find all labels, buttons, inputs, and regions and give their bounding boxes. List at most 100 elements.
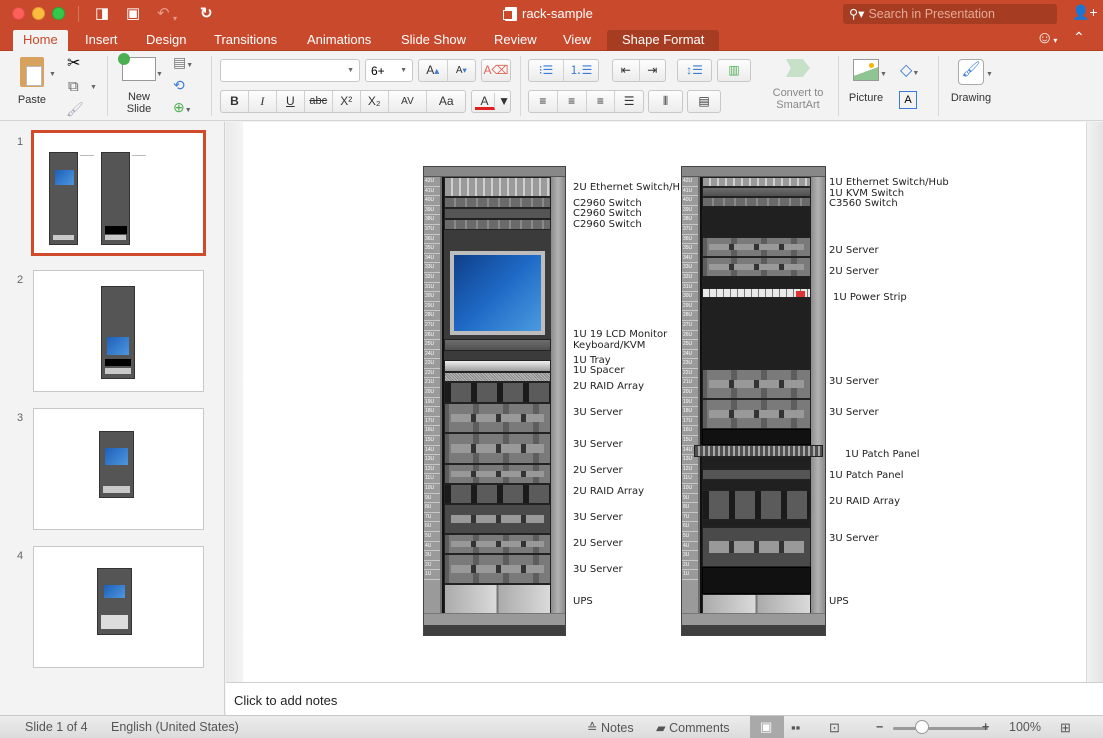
tab-design[interactable]: Design — [136, 30, 196, 51]
font-color-button[interactable]: A ▼ — [471, 90, 511, 113]
picture-dropdown-icon[interactable]: ▼ — [880, 71, 887, 78]
reset-slide-icon[interactable]: ⟲ — [173, 77, 185, 94]
align-left-button[interactable]: ≡ — [529, 91, 558, 112]
picture-button[interactable]: Picture — [845, 59, 887, 104]
tab-transitions[interactable]: Transitions — [204, 30, 287, 51]
tab-insert[interactable]: Insert — [75, 30, 128, 51]
subscript-button[interactable]: X₂ — [361, 91, 389, 112]
increase-indent-button[interactable]: ⇥ — [640, 60, 666, 81]
slide-thumbnail-2[interactable] — [33, 270, 204, 392]
save-icon[interactable]: ▣ — [126, 5, 140, 23]
shapes-icon[interactable]: ◇▼ — [900, 60, 919, 80]
zoom-slider-handle[interactable] — [914, 720, 929, 734]
server-2u[interactable] — [702, 237, 811, 257]
search-input[interactable]: ⚲▾ Search in Presentation — [843, 4, 1057, 24]
server-rack-left[interactable]: 42U 41U 40U 39U 38U 37U 36U 35U 34U 33U 32U 31U 30U 2… — [423, 166, 566, 636]
patch-panel-1u[interactable] — [702, 469, 811, 480]
decrease-font-size-button[interactable]: A▾ — [448, 60, 476, 81]
line-spacing-button[interactable]: ↕☰ — [677, 59, 712, 82]
close-window-button[interactable] — [12, 7, 25, 20]
redo-icon[interactable]: ↻ — [200, 5, 213, 23]
tray-1u[interactable] — [444, 360, 551, 372]
server-2u[interactable] — [444, 534, 551, 554]
vertical-scrollbar[interactable] — [1086, 122, 1103, 682]
undo-dropdown-icon[interactable]: ▾ — [173, 10, 177, 28]
format-painter-icon[interactable]: 🖌 — [66, 101, 84, 118]
c2960-switch[interactable] — [444, 208, 551, 219]
power-strip-1u[interactable] — [702, 288, 811, 298]
fit-to-window-icon[interactable]: ⊞ — [1060, 720, 1071, 736]
character-spacing-button[interactable]: AV — [389, 91, 428, 112]
paste-dropdown-icon[interactable]: ▼ — [49, 71, 56, 78]
paste-button[interactable]: Paste — [14, 57, 50, 106]
keyboard-kvm[interactable] — [444, 339, 551, 351]
server-2u[interactable] — [702, 257, 811, 277]
clear-formatting-button[interactable]: A⌫ — [481, 59, 511, 82]
raid-array-2u[interactable] — [444, 484, 551, 504]
bullets-button[interactable]: ⁝☰ — [529, 60, 564, 81]
bold-button[interactable]: B — [221, 91, 249, 112]
slide-thumbnail-4[interactable] — [33, 546, 204, 668]
share-add-user-icon[interactable]: 👤+ — [1072, 4, 1098, 21]
change-case-button[interactable]: Aa — [427, 91, 465, 112]
tab-shape-format[interactable]: Shape Format — [607, 30, 720, 51]
raid-array-2u[interactable] — [444, 382, 551, 403]
align-text-button[interactable]: ▤ — [687, 90, 721, 113]
convert-to-smartart-button[interactable]: Convert to SmartArt — [767, 59, 829, 111]
presenter-view-button[interactable]: ⊡ — [829, 720, 840, 736]
slide-thumbnail-3[interactable] — [33, 408, 204, 530]
columns-button[interactable]: ▥ — [717, 59, 751, 82]
maximize-window-button[interactable] — [52, 7, 65, 20]
drawing-button[interactable]: 🖌 Drawing — [947, 59, 995, 104]
feedback-smiley-icon[interactable]: ☺▾ — [1036, 28, 1057, 48]
tab-view[interactable]: View — [553, 30, 601, 51]
font-size-select[interactable]: 6+ ▼ — [365, 59, 413, 82]
increase-font-size-button[interactable]: A▴ — [419, 60, 448, 81]
tab-home[interactable]: Home — [13, 30, 68, 51]
comments-button[interactable]: ▰ Comments — [656, 720, 730, 735]
ethernet-switch-1u[interactable] — [702, 177, 811, 187]
zoom-level[interactable]: 100% — [1009, 720, 1041, 734]
server-2u[interactable] — [444, 464, 551, 484]
raid-array-2u[interactable] — [702, 490, 811, 520]
ups[interactable] — [444, 584, 551, 614]
ethernet-switch-2u[interactable] — [444, 177, 551, 197]
copy-icon[interactable]: ⧉ — [68, 78, 79, 95]
slide-sorter-view-button[interactable]: ▪▪ — [791, 720, 800, 735]
patch-panel-1u[interactable] — [694, 445, 823, 457]
c2960-switch[interactable] — [444, 219, 551, 230]
copy-dropdown-icon[interactable]: ▼ — [90, 84, 97, 91]
new-slide-button[interactable]: New Slide — [118, 53, 160, 115]
server-3u[interactable] — [444, 504, 551, 534]
tab-slide-show[interactable]: Slide Show — [391, 30, 476, 51]
server-3u[interactable] — [702, 527, 811, 567]
decrease-indent-button[interactable]: ⇤ — [613, 60, 640, 81]
c3560-switch[interactable] — [702, 197, 811, 207]
layout-icon[interactable]: ▤▼ — [173, 54, 193, 71]
slide-thumbnail-1[interactable] — [31, 130, 206, 256]
spacer-1u[interactable] — [444, 372, 551, 382]
minimize-window-button[interactable] — [32, 7, 45, 20]
tab-animations[interactable]: Animations — [297, 30, 381, 51]
server-3u[interactable] — [444, 554, 551, 584]
align-center-button[interactable]: ≡ — [558, 91, 587, 112]
align-right-button[interactable]: ≡ — [587, 91, 616, 112]
zoom-in-button[interactable]: + — [982, 720, 989, 734]
zoom-out-button[interactable]: − — [876, 720, 883, 734]
c2960-switch[interactable] — [444, 197, 551, 208]
server-3u[interactable] — [702, 399, 811, 429]
zoom-slider[interactable] — [893, 727, 988, 730]
notes-button[interactable]: ≙ Notes — [587, 720, 634, 735]
language-indicator[interactable]: English (United States) — [111, 720, 239, 734]
kvm-switch-1u[interactable] — [702, 187, 811, 197]
cut-icon[interactable]: ✂ — [67, 53, 80, 73]
new-slide-dropdown-icon[interactable]: ▼ — [156, 71, 163, 78]
sidebar-toggle-icon[interactable]: ◨ — [95, 5, 109, 23]
text-box-icon[interactable]: A — [899, 91, 917, 109]
undo-icon[interactable]: ↶ — [157, 5, 170, 23]
slide-thumbnails-panel[interactable]: 1 2 3 4 — [0, 122, 225, 715]
server-3u[interactable] — [702, 369, 811, 399]
normal-view-button[interactable]: ▣ — [750, 716, 784, 738]
italic-button[interactable]: I — [249, 91, 277, 112]
collapse-ribbon-icon[interactable]: ⌃ — [1073, 29, 1085, 46]
